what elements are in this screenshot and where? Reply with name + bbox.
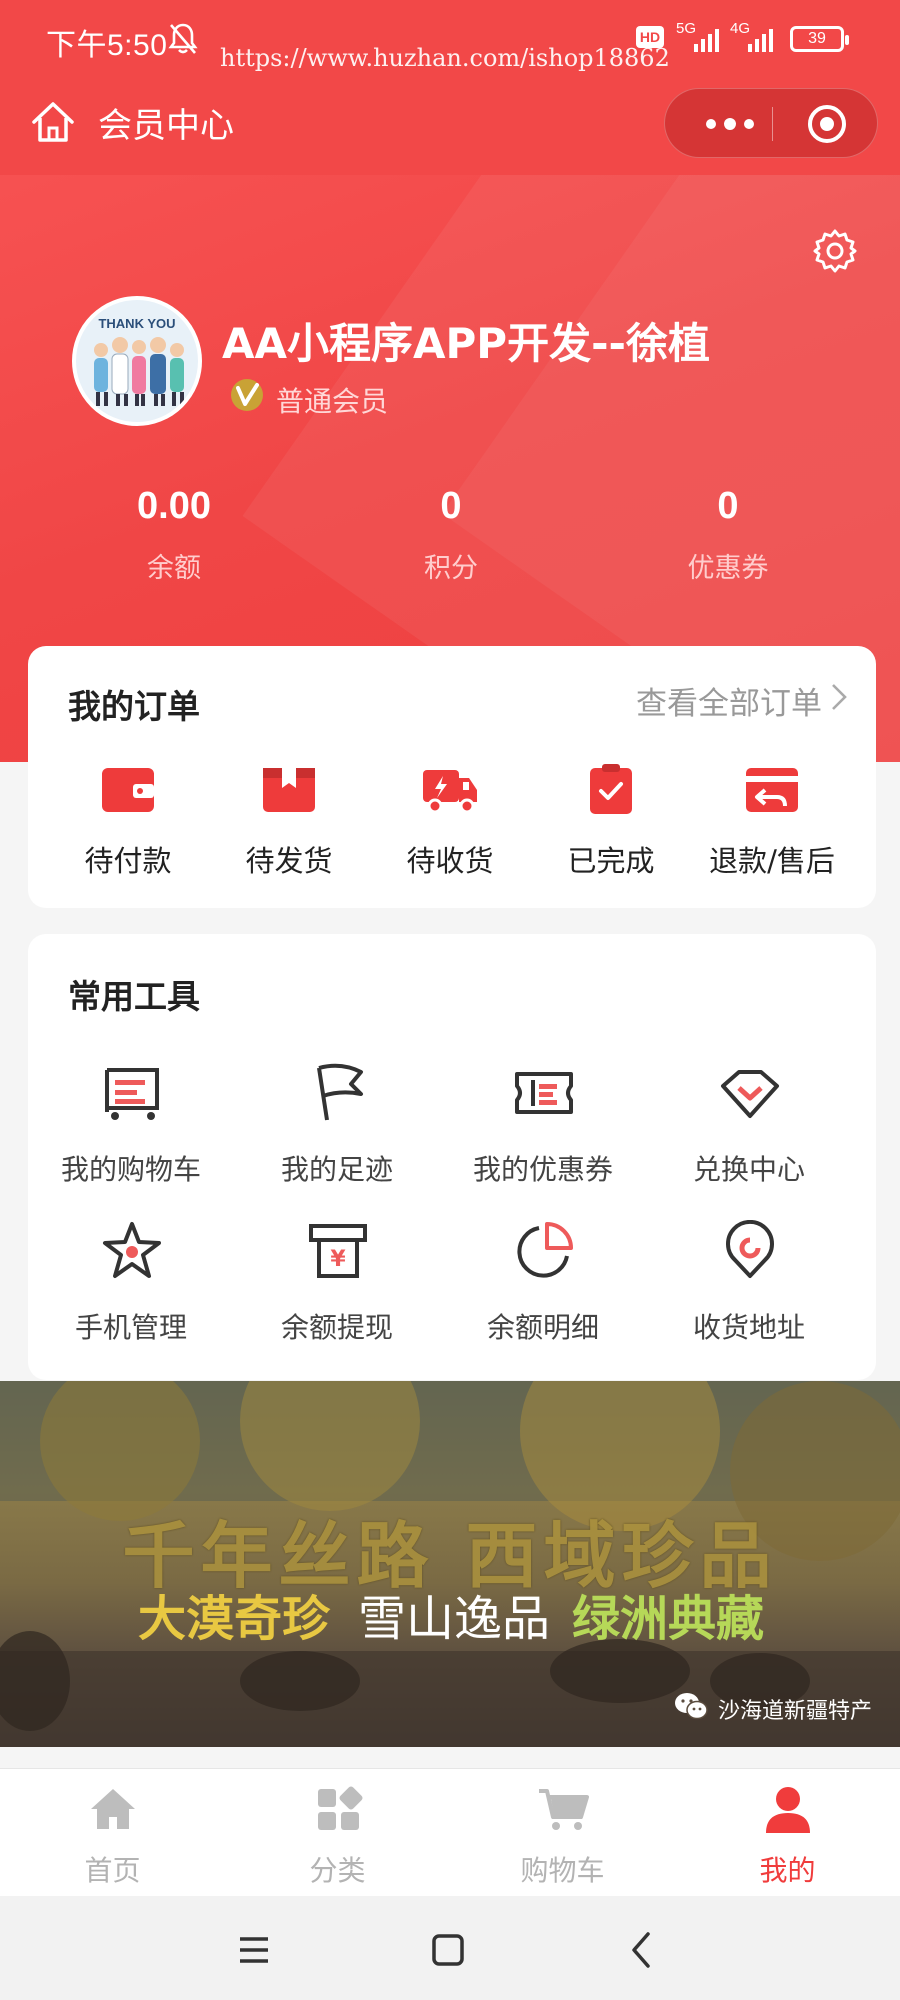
diamond-icon bbox=[721, 1070, 779, 1118]
location-icon bbox=[726, 1220, 774, 1278]
balance-label: 余额 bbox=[147, 553, 201, 584]
tool-shipping-address[interactable]: 收货地址 bbox=[646, 1220, 852, 1360]
status-time: 下午5:50 bbox=[46, 29, 168, 62]
order-pending-receipt[interactable]: 待收货 bbox=[370, 762, 530, 882]
order-pending-shipment[interactable]: 待发货 bbox=[209, 762, 369, 882]
watermark-url: https://www.huzhan.com/ishop18862 bbox=[220, 44, 670, 72]
signal-icon bbox=[694, 29, 719, 52]
menu-icon[interactable] bbox=[234, 1930, 274, 1970]
truck-icon bbox=[423, 770, 477, 814]
tool-label: 余额明细 bbox=[486, 1311, 599, 1344]
category-icon bbox=[318, 1786, 363, 1830]
tab-label: 购物车 bbox=[520, 1854, 605, 1887]
member-level: 普通会员 bbox=[276, 385, 389, 418]
tab-mine[interactable]: 我的 bbox=[675, 1769, 900, 1897]
tab-cart[interactable]: 购物车 bbox=[450, 1769, 675, 1897]
pie-icon bbox=[517, 1222, 573, 1278]
member-badge-icon bbox=[231, 379, 263, 411]
tool-my-cart[interactable]: 我的购物车 bbox=[28, 1062, 234, 1202]
settings-gear-icon[interactable] bbox=[812, 228, 858, 274]
balance-value[interactable]: 0.00 bbox=[34, 485, 314, 528]
system-navigation-bar bbox=[0, 1896, 900, 2000]
bell-off-icon bbox=[168, 23, 198, 54]
order-completed[interactable]: 已完成 bbox=[531, 762, 691, 882]
back-icon[interactable] bbox=[622, 1930, 662, 1970]
tool-label: 收货地址 bbox=[692, 1311, 805, 1344]
ticket-icon bbox=[515, 1072, 573, 1114]
order-item-label: 待收货 bbox=[406, 844, 494, 878]
battery-indicator: 39 bbox=[790, 26, 849, 52]
wechat-icon bbox=[675, 1693, 708, 1720]
bottom-tab-bar: 首页 分类 购物车 我的 bbox=[0, 1768, 900, 1896]
tool-label: 我的足迹 bbox=[280, 1153, 393, 1186]
tool-balance-details[interactable]: 余额明细 bbox=[440, 1220, 646, 1360]
avatar[interactable]: THANK YOU bbox=[72, 296, 202, 426]
home-icon bbox=[91, 1789, 135, 1829]
user-icon bbox=[766, 1787, 810, 1833]
username: AA小程序APP开发--徐植 bbox=[222, 319, 710, 368]
view-all-orders-link[interactable]: 查看全部订单 bbox=[636, 678, 822, 723]
points-label: 积分 bbox=[424, 553, 478, 584]
more-dots-icon[interactable] bbox=[695, 111, 765, 137]
tool-label: 我的购物车 bbox=[60, 1153, 201, 1186]
net-4g-label: 4G bbox=[730, 20, 751, 37]
tab-label: 分类 bbox=[309, 1854, 366, 1887]
member-center-page: 下午5:50 https://www.huzhan.com/ishop18862… bbox=[0, 0, 900, 2000]
tool-label: 余额提现 bbox=[280, 1311, 393, 1344]
withdraw-icon: ¥ bbox=[309, 1224, 367, 1278]
chevron-right-icon[interactable] bbox=[830, 682, 848, 712]
tool-phone-management[interactable]: 手机管理 bbox=[28, 1220, 234, 1360]
coupons-label: 优惠券 bbox=[687, 553, 769, 584]
order-refund-aftersale[interactable]: 退款/售后 bbox=[692, 762, 852, 882]
tool-label: 兑换中心 bbox=[692, 1153, 805, 1186]
tab-home[interactable]: 首页 bbox=[0, 1769, 225, 1897]
clipboard-check-icon bbox=[590, 764, 632, 814]
signal-icon bbox=[748, 29, 773, 52]
cart-icon bbox=[105, 1068, 159, 1120]
tool-my-coupons[interactable]: 我的优惠券 bbox=[440, 1062, 646, 1202]
tool-my-footprint[interactable]: 我的足迹 bbox=[234, 1062, 440, 1202]
points-value[interactable]: 0 bbox=[311, 485, 591, 528]
svg-text:¥: ¥ bbox=[330, 1247, 346, 1272]
avatar-text: THANK YOU bbox=[98, 316, 175, 331]
order-item-label: 退款/售后 bbox=[709, 844, 835, 878]
hd-badge: HD bbox=[636, 26, 664, 48]
net-5g-label: 5G bbox=[676, 20, 697, 37]
tab-label: 首页 bbox=[84, 1854, 141, 1887]
home-square-icon[interactable] bbox=[428, 1930, 468, 1970]
banner-brand: 沙海道新疆特产 bbox=[717, 1699, 872, 1724]
tool-exchange-center[interactable]: 兑换中心 bbox=[646, 1062, 852, 1202]
mini-program-capsule bbox=[664, 88, 878, 158]
close-circle-icon[interactable] bbox=[805, 102, 849, 146]
flag-icon bbox=[317, 1063, 363, 1121]
wallet-icon bbox=[102, 768, 154, 812]
tab-label: 我的 bbox=[759, 1854, 816, 1887]
page-title: 会员中心 bbox=[98, 106, 234, 146]
tool-balance-withdraw[interactable]: ¥ 余额提现 bbox=[234, 1220, 440, 1360]
home-nav-icon[interactable] bbox=[30, 100, 76, 144]
order-item-label: 已完成 bbox=[567, 844, 655, 878]
box-icon bbox=[263, 768, 315, 812]
promo-banner[interactable]: 千年丝路 西域珍品 大漠奇珍 雪山逸品 绿洲典藏 沙海道新疆特产 bbox=[0, 1381, 900, 1747]
order-item-label: 待付款 bbox=[84, 844, 172, 878]
banner-tag-oasis: 绿洲典藏 bbox=[572, 1591, 765, 1647]
tab-category[interactable]: 分类 bbox=[225, 1769, 450, 1897]
orders-title: 我的订单 bbox=[68, 687, 200, 726]
coupons-value[interactable]: 0 bbox=[588, 485, 868, 528]
order-pending-payment[interactable]: 待付款 bbox=[48, 762, 208, 882]
banner-tag-snow: 雪山逸品 bbox=[358, 1591, 551, 1647]
order-item-label: 待发货 bbox=[245, 844, 333, 878]
cart-icon bbox=[539, 1789, 589, 1830]
common-tools-card: 常用工具 我的购物车 我的足迹 我的优惠券 兑换中心 手机管理 ¥ 余额提现 余… bbox=[28, 934, 876, 1380]
tool-label: 手机管理 bbox=[74, 1311, 187, 1344]
refund-icon bbox=[746, 768, 798, 812]
banner-tag-desert: 大漠奇珍 bbox=[138, 1591, 331, 1647]
my-orders-card: 我的订单 查看全部订单 待付款 待发货 待收货 已完成 退款/售后 bbox=[28, 646, 876, 908]
tools-title: 常用工具 bbox=[68, 977, 200, 1016]
tool-label: 我的优惠券 bbox=[472, 1153, 613, 1186]
star-icon bbox=[103, 1222, 161, 1278]
capsule-divider bbox=[772, 107, 773, 141]
avatar-illustration: THANK YOU bbox=[76, 300, 198, 422]
